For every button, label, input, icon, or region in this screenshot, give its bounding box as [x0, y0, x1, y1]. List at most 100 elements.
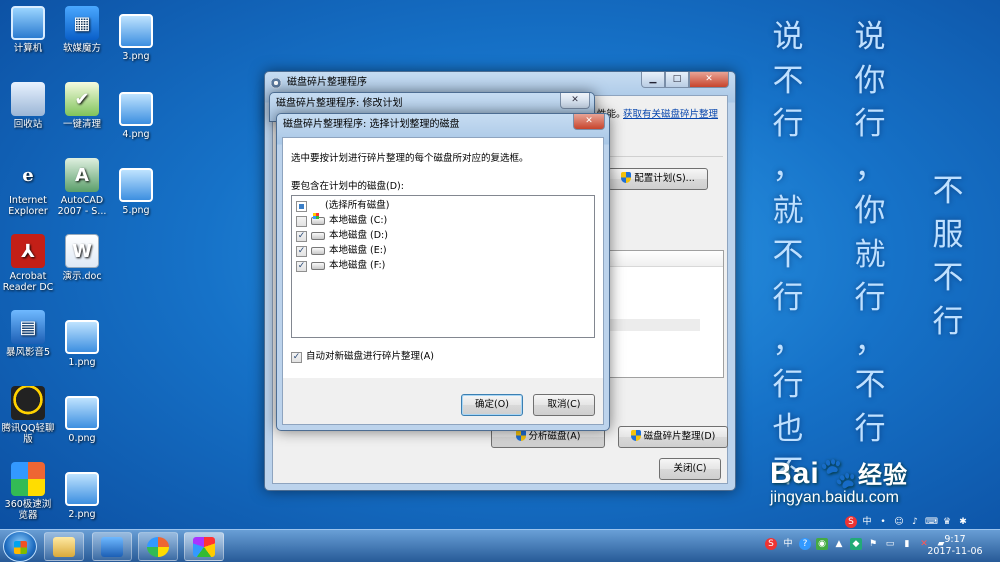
softmedia-cube-icon: ▦ — [65, 6, 99, 40]
disk-status-list[interactable] — [603, 250, 724, 378]
clock-date: 2017-11-06 — [927, 546, 983, 557]
disk-e-checkbox[interactable]: ✓ — [296, 245, 307, 257]
desktop-icon-label: 1.png — [68, 357, 96, 368]
desktop-icon-clean[interactable]: ✔ 一键清理 — [54, 82, 110, 130]
window-titlebar[interactable]: 磁盘碎片整理程序: 修改计划 ✕ — [270, 93, 594, 115]
emoji-icon[interactable]: ☺ — [893, 516, 905, 528]
help-tray-icon[interactable]: ? — [799, 538, 811, 550]
desktop-icon-autocad[interactable]: A AutoCAD 2007 - S... — [54, 158, 110, 217]
auto-defrag-new-disks-option[interactable]: ✓ 自动对新磁盘进行碎片整理(A) — [291, 350, 434, 364]
uac-shield-icon — [630, 430, 641, 441]
desktop-icon-acrobat[interactable]: ⅄ Acrobat Reader DC — [0, 234, 56, 293]
configure-schedule-button[interactable]: 配置计划(S)... — [608, 168, 708, 190]
uac-shield-icon — [515, 430, 526, 441]
desktop-icon-doc[interactable]: W 演示.doc — [54, 234, 110, 282]
hard-drive-icon — [311, 232, 325, 240]
monitor-tray-icon[interactable]: ▭ — [884, 538, 896, 550]
minimize-button[interactable]: ▁ — [641, 72, 665, 88]
network-tray-icon[interactable]: ◆ — [850, 538, 862, 550]
desktop-icon-label: 回收站 — [13, 119, 43, 130]
ime-toolbar[interactable]: S 中 • ☺ ♪ ⌨ ♛ ✱ — [845, 516, 969, 528]
taskbar-360-browser[interactable] — [138, 532, 178, 561]
wallpaper-slogan-column-3: 不服不行 — [932, 173, 964, 340]
sogou-tray-icon[interactable]: S — [765, 538, 777, 550]
paw-icon: 🐾 — [819, 457, 859, 490]
png-file-icon — [119, 14, 153, 48]
taskbar-explorer[interactable] — [44, 532, 84, 561]
disk-selection-list[interactable]: (选择所有磁盘) 本地磁盘 (C:) ✓ 本地磁盘 (D:) ✓ 本地磁盘 (E… — [291, 195, 595, 338]
disk-c-checkbox[interactable] — [296, 215, 307, 227]
maximize-button[interactable]: □ — [665, 72, 689, 88]
defragment-disk-button[interactable]: 磁盘碎片整理(D) — [618, 426, 728, 448]
desktop-icon-0png[interactable]: 0.png — [54, 396, 110, 444]
close-window-button[interactable]: ✕ — [573, 114, 605, 130]
window-titlebar[interactable]: 磁盘碎片整理程序: 选择计划整理的磁盘 ✕ — [277, 114, 609, 136]
ime-tray-icon[interactable]: 中 — [782, 538, 794, 550]
desktop-icon-4png[interactable]: 4.png — [108, 92, 164, 140]
sogou-ime-icon[interactable]: S — [845, 516, 857, 528]
desktop-icon-360[interactable]: 360极速浏览器 — [0, 462, 56, 521]
desktop-icon-qq[interactable]: 腾讯QQ轻聊版 — [0, 386, 56, 445]
keyboard-icon[interactable]: ⌨ — [925, 516, 938, 528]
start-button[interactable] — [3, 531, 37, 562]
desktop-icon-label: 360极速浏览器 — [4, 499, 52, 521]
voice-icon[interactable]: ♪ — [909, 516, 921, 528]
ok-button[interactable]: 确定(O) — [461, 394, 523, 416]
list-item-disk-e[interactable]: ✓ 本地磁盘 (E:) — [296, 244, 387, 258]
system-clock[interactable]: 9:17 2017-11-06 — [920, 534, 990, 558]
disk-list-label: 要包含在计划中的磁盘(D): — [291, 181, 404, 192]
help-link[interactable]: 获取有关磁盘碎片整理 — [623, 106, 718, 120]
desktop-icon-recycle-bin[interactable]: 回收站 — [0, 82, 56, 130]
tools-icon[interactable]: ✱ — [957, 516, 969, 528]
signal-tray-icon[interactable]: ▮ — [901, 538, 913, 550]
desktop-icon-label: 软媒魔方 — [62, 43, 101, 54]
hard-drive-icon — [311, 247, 325, 255]
list-item-disk-d[interactable]: ✓ 本地磁盘 (D:) — [296, 229, 388, 243]
select-all-checkbox[interactable] — [296, 200, 307, 212]
show-hidden-icons-icon[interactable]: ▲ — [833, 538, 845, 550]
close-window-button[interactable]: ✕ — [689, 72, 729, 88]
baidu-jingyan-watermark: Bai🐾经验 jingyan.baidu.com — [770, 457, 909, 506]
png-file-icon — [65, 472, 99, 506]
disk-f-checkbox[interactable]: ✓ — [296, 260, 307, 272]
cancel-button[interactable]: 取消(C) — [533, 394, 595, 416]
list-item-disk-f[interactable]: ✓ 本地磁盘 (F:) — [296, 259, 385, 273]
defrag-app-icon — [193, 536, 215, 557]
close-button[interactable]: 关闭(C) — [659, 458, 721, 480]
png-file-icon — [119, 92, 153, 126]
window-titlebar[interactable]: 磁盘碎片整理程序 ▁ □ ✕ — [265, 72, 735, 94]
360-browser-icon — [11, 462, 45, 496]
acrobat-reader-icon: ⅄ — [11, 234, 45, 268]
desktop-icon-label: Acrobat Reader DC — [2, 271, 54, 293]
baofeng-player-icon — [101, 536, 123, 557]
skin-icon[interactable]: ♛ — [941, 516, 953, 528]
select-disks-dialog[interactable]: 磁盘碎片整理程序: 选择计划整理的磁盘 ✕ 选中要按计划进行碎片整理的每个磁盘所… — [276, 113, 610, 431]
disk-d-checkbox[interactable]: ✓ — [296, 230, 307, 242]
recycle-bin-icon — [11, 82, 45, 116]
desktop-icon-baofeng[interactable]: ▤ 暴风影音5 — [0, 310, 56, 358]
auto-defrag-checkbox[interactable]: ✓ — [291, 351, 302, 363]
punctuation-icon[interactable]: • — [877, 516, 889, 528]
desktop-icon-label: 4.png — [122, 129, 150, 140]
list-item-disk-c[interactable]: 本地磁盘 (C:) — [296, 213, 387, 228]
taskbar-defrag[interactable] — [184, 532, 224, 561]
desktop-icon-ie[interactable]: e Internet Explorer — [0, 158, 56, 217]
flag-tray-icon[interactable]: ⚑ — [867, 538, 879, 550]
desktop-icon-computer[interactable]: 计算机 — [0, 6, 56, 54]
desktop-icon-5png[interactable]: 5.png — [108, 168, 164, 216]
chinese-mode-icon[interactable]: 中 — [861, 516, 873, 528]
desktop-icon-softmedia[interactable]: ▦ 软媒魔方 — [54, 6, 110, 54]
desktop-icon-1png[interactable]: 1.png — [54, 320, 110, 368]
folder-icon — [53, 536, 75, 557]
desktop-icon-2png[interactable]: 2.png — [54, 472, 110, 520]
clock-time: 9:17 — [944, 534, 966, 545]
separator — [603, 156, 723, 157]
list-item-select-all[interactable]: (选择所有磁盘) — [296, 199, 389, 213]
desktop-icon-3png[interactable]: 3.png — [108, 14, 164, 62]
security-tray-icon[interactable]: ◉ — [816, 538, 828, 550]
close-window-button[interactable]: ✕ — [560, 93, 590, 109]
taskbar-baofeng[interactable] — [92, 532, 132, 561]
disk-list-row[interactable] — [604, 319, 700, 331]
desktop-icon-label: 2.png — [68, 509, 96, 520]
computer-icon — [11, 6, 45, 40]
